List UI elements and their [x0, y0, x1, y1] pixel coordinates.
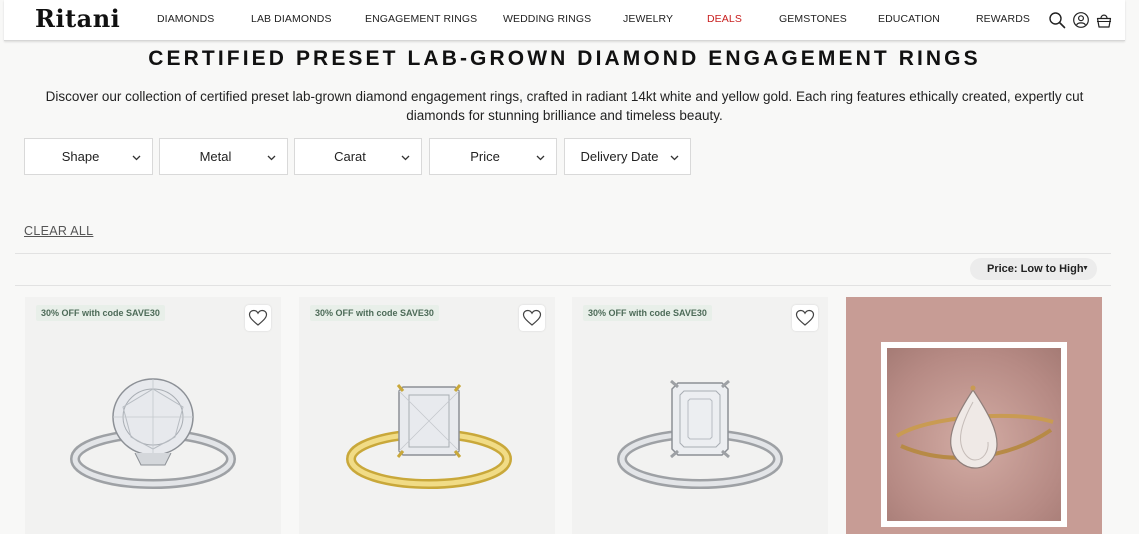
nav-rewards[interactable]: REWARDS	[976, 13, 1030, 25]
nav-lab-diamonds[interactable]: LAB DIAMONDS	[251, 13, 332, 25]
heart-icon	[795, 309, 815, 326]
lifestyle-image[interactable]	[846, 297, 1102, 534]
filter-shape[interactable]: Shape	[24, 138, 153, 175]
filter-delivery-date-label: Delivery Date	[580, 149, 659, 164]
nav-wedding-rings[interactable]: WEDDING RINGS	[503, 13, 591, 25]
page-title: CERTIFIED PRESET LAB-GROWN DIAMOND ENGAG…	[148, 47, 981, 70]
cart-icon[interactable]	[1095, 11, 1113, 29]
ritani-logo[interactable]: Ritani	[35, 4, 120, 33]
ring-radiant-icon	[346, 384, 512, 489]
chevron-down-icon	[670, 155, 679, 161]
wishlist-button[interactable]	[245, 305, 271, 331]
ring-photo	[887, 348, 1061, 521]
divider	[15, 285, 1111, 286]
filter-metal[interactable]: Metal	[159, 138, 288, 175]
nav-gemstones[interactable]: GEMSTONES	[779, 13, 847, 25]
ring-oval-icon	[70, 378, 236, 489]
filter-delivery-date[interactable]: Delivery Date	[564, 138, 691, 175]
filter-price[interactable]: Price	[429, 138, 557, 175]
ring-emerald-icon	[617, 379, 783, 489]
chevron-down-icon	[536, 155, 545, 161]
filter-shape-label: Shape	[61, 149, 100, 164]
heart-icon	[248, 309, 268, 326]
chevron-down-icon	[401, 155, 410, 161]
photo-frame	[881, 342, 1067, 527]
nav-education[interactable]: EDUCATION	[878, 13, 940, 25]
search-icon[interactable]	[1048, 11, 1066, 29]
heart-icon	[522, 309, 542, 326]
filter-metal-label: Metal	[199, 149, 232, 164]
product-card[interactable]: 30% OFF with code SAVE30	[572, 297, 828, 534]
filter-price-label: Price	[470, 149, 500, 164]
discount-badge: 30% OFF with code SAVE30	[583, 305, 712, 321]
discount-badge: 30% OFF with code SAVE30	[36, 305, 165, 321]
divider	[15, 253, 1111, 254]
nav-deals[interactable]: DEALS	[707, 13, 742, 25]
clear-all-link[interactable]: CLEAR ALL	[24, 224, 93, 238]
chevron-down-icon	[267, 155, 276, 161]
product-card[interactable]: 30% OFF with code SAVE30	[299, 297, 555, 534]
ring-pear-icon	[895, 385, 1054, 469]
product-card[interactable]: 30% OFF with code SAVE30	[25, 297, 281, 534]
site-header: Ritani DIAMONDS LAB DIAMONDS ENGAGEMENT …	[4, 0, 1125, 41]
nav-diamonds[interactable]: DIAMONDS	[157, 13, 214, 25]
wishlist-button[interactable]	[792, 305, 818, 331]
sort-label: Price: Low to High	[987, 263, 1084, 275]
caret-down-icon: ▼	[1082, 265, 1089, 272]
filter-carat[interactable]: Carat	[294, 138, 422, 175]
account-icon[interactable]	[1072, 11, 1090, 29]
sort-dropdown[interactable]: Price: Low to High ▼	[970, 258, 1097, 280]
discount-badge: 30% OFF with code SAVE30	[310, 305, 439, 321]
page-description: Discover our collection of certified pre…	[45, 89, 1084, 123]
wishlist-button[interactable]	[519, 305, 545, 331]
nav-engagement-rings[interactable]: ENGAGEMENT RINGS	[365, 13, 477, 25]
chevron-down-icon	[132, 155, 141, 161]
nav-jewelry[interactable]: JEWELRY	[623, 13, 673, 25]
filter-carat-label: Carat	[334, 149, 366, 164]
